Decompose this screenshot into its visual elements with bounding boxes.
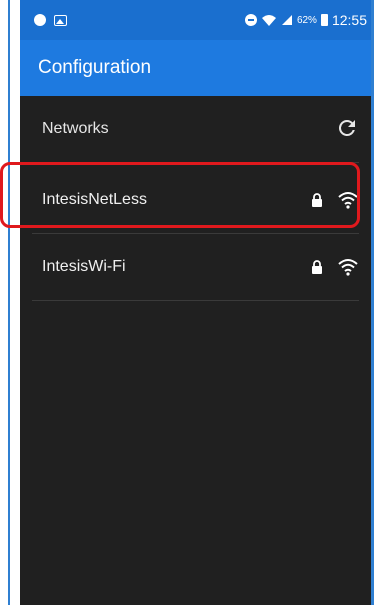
phone-screen: 62% 12:55 Configuration Networks Intesis… xyxy=(20,0,371,605)
do-not-disturb-icon xyxy=(244,14,257,26)
refresh-icon[interactable] xyxy=(335,116,359,140)
status-time: 12:55 xyxy=(331,12,367,28)
network-item-intesisnetless[interactable]: IntesisNetLess xyxy=(32,167,359,234)
app-bar: Configuration xyxy=(20,40,371,96)
frame-left-border xyxy=(8,0,10,605)
networks-header: Networks xyxy=(32,96,359,163)
wifi-icon xyxy=(338,192,358,209)
network-ssid: IntesisNetLess xyxy=(42,191,147,208)
page-title: Configuration xyxy=(38,57,152,78)
network-item-intesiswifi[interactable]: IntesisWi-Fi xyxy=(32,234,359,301)
lock-icon xyxy=(312,259,322,274)
network-ssid: IntesisWi-Fi xyxy=(42,258,126,275)
battery-icon xyxy=(320,14,328,26)
lock-icon xyxy=(312,192,322,207)
notification-dot-icon xyxy=(34,14,46,26)
image-icon xyxy=(54,14,67,26)
wifi-icon xyxy=(338,259,358,276)
networks-header-label: Networks xyxy=(42,120,109,137)
status-bar: 62% 12:55 xyxy=(20,0,371,40)
signal-icon xyxy=(281,15,292,25)
network-list: Networks IntesisNetLess IntesisWi-Fi xyxy=(20,96,371,301)
wifi-icon xyxy=(261,15,276,26)
battery-percent: 62% xyxy=(296,14,317,26)
